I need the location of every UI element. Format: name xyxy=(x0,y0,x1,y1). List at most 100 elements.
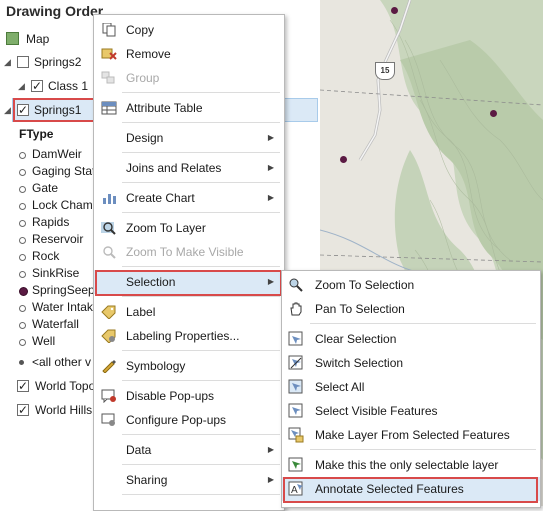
menu-copy[interactable]: Copy xyxy=(94,18,284,42)
symbol-icon xyxy=(19,339,26,346)
collapse-icon[interactable]: ◢ xyxy=(4,52,11,72)
layer-world-hills[interactable]: World Hills xyxy=(0,400,100,420)
selection-submenu: Zoom To Selection Pan To Selection Clear… xyxy=(281,270,541,508)
submenu-only-selectable[interactable]: Make this the only selectable layer xyxy=(282,453,540,477)
symbol-icon xyxy=(19,305,26,312)
menu-label: Data xyxy=(126,443,152,457)
menu-labeling-properties[interactable]: Labeling Properties... xyxy=(94,324,284,348)
symbol-icon xyxy=(19,237,26,244)
table-icon xyxy=(101,101,117,115)
menu-label: Symbology xyxy=(126,359,186,373)
menu-label: Make this the only selectable layer xyxy=(315,458,499,472)
menu-label: Remove xyxy=(126,47,171,61)
pane-title: Drawing Order xyxy=(6,3,104,19)
zoom-layer-icon xyxy=(101,222,116,235)
layer-class1[interactable]: ◢ Class 1 xyxy=(0,76,100,96)
submenu-arrow-icon: ▶ xyxy=(267,193,274,202)
visibility-checkbox[interactable] xyxy=(31,76,43,96)
menu-label: Design xyxy=(126,131,164,145)
menu-label-toggle[interactable]: Label xyxy=(94,300,284,324)
spring-point[interactable] xyxy=(391,7,398,14)
only-selectable-icon xyxy=(288,457,303,472)
menu-group[interactable]: Group xyxy=(94,66,284,90)
layer-label: Springs2 xyxy=(34,55,82,69)
symbol-icon xyxy=(19,271,26,278)
menu-remove[interactable]: Remove xyxy=(94,42,284,66)
class-label: Well xyxy=(32,334,56,348)
visibility-checkbox[interactable] xyxy=(17,400,29,420)
callout-springs1 xyxy=(13,98,96,122)
menu-label: Attribute Table xyxy=(126,101,203,115)
menu-zoom-to-visible[interactable]: Zoom To Make Visible xyxy=(94,240,284,264)
clear-selection-icon xyxy=(288,331,303,346)
menu-label: Disable Pop-ups xyxy=(126,389,215,403)
pan-hand-icon xyxy=(290,302,302,316)
menu-label: Clear Selection xyxy=(315,332,397,346)
menu-label: Joins and Relates xyxy=(126,161,222,175)
submenu-zoom-to-selection[interactable]: Zoom To Selection xyxy=(282,273,540,297)
collapse-icon[interactable]: ◢ xyxy=(18,76,25,96)
layer-label: World Topo xyxy=(35,379,96,393)
submenu-clear-selection[interactable]: Clear Selection xyxy=(282,327,540,351)
spring-point[interactable] xyxy=(490,110,497,117)
chart-icon xyxy=(103,194,116,204)
popup-icon xyxy=(101,389,116,403)
route-shield: 15 xyxy=(375,62,395,80)
menu-zoom-to-layer[interactable]: Zoom To Layer xyxy=(94,216,284,240)
menu-label: Configure Pop-ups xyxy=(126,413,227,427)
copy-icon xyxy=(102,23,116,37)
select-all-icon xyxy=(288,379,303,394)
spring-point[interactable] xyxy=(340,156,347,163)
submenu-switch-selection[interactable]: Switch Selection xyxy=(282,351,540,375)
visibility-checkbox[interactable] xyxy=(17,56,29,68)
menu-symbology[interactable]: Symbology xyxy=(94,354,284,378)
configure-popup-icon xyxy=(101,413,115,426)
menu-label: Labeling Properties... xyxy=(126,329,240,343)
zoom-visible-icon xyxy=(103,246,116,259)
submenu-select-visible[interactable]: Select Visible Features xyxy=(282,399,540,423)
menu-joins-relates[interactable]: Joins and Relates ▶ xyxy=(94,156,284,180)
menu-disable-popups[interactable]: Disable Pop-ups xyxy=(94,384,284,408)
menu-label: Zoom To Selection xyxy=(315,278,415,292)
group-icon xyxy=(101,71,115,84)
symbol-icon xyxy=(19,203,26,210)
symbol-icon xyxy=(19,186,26,193)
layer-springs2[interactable]: ◢ Springs2 xyxy=(0,52,100,72)
menu-create-chart[interactable]: Create Chart ▶ xyxy=(94,186,284,210)
menu-design[interactable]: Design ▶ xyxy=(94,126,284,150)
symbology-icon xyxy=(102,360,116,373)
select-visible-icon xyxy=(288,403,303,418)
symbol-icon xyxy=(19,254,26,261)
menu-label: Create Chart xyxy=(126,191,195,205)
visibility-checkbox[interactable] xyxy=(17,376,29,396)
map-icon xyxy=(6,32,19,45)
submenu-select-all[interactable]: Select All xyxy=(282,375,540,399)
callout-annotate xyxy=(283,477,538,503)
make-layer-icon xyxy=(288,427,304,443)
symbol-icon xyxy=(19,360,24,365)
submenu-make-layer[interactable]: Make Layer From Selected Features xyxy=(282,423,540,447)
symbology-field: FType xyxy=(19,127,54,141)
switch-selection-icon xyxy=(288,355,303,370)
submenu-pan-to-selection[interactable]: Pan To Selection xyxy=(282,297,540,321)
menu-label: Group xyxy=(126,71,160,85)
menu-data[interactable]: Data ▶ xyxy=(94,438,284,462)
submenu-arrow-icon: ▶ xyxy=(267,133,274,142)
menu-sharing[interactable]: Sharing ▶ xyxy=(94,468,284,492)
menu-label: Label xyxy=(126,305,156,319)
menu-label: Make Layer From Selected Features xyxy=(315,428,510,442)
collapse-icon[interactable]: ◢ xyxy=(4,100,11,120)
menu-attribute-table[interactable]: Attribute Table xyxy=(94,96,284,120)
symbol-icon xyxy=(19,220,26,227)
submenu-arrow-icon: ▶ xyxy=(267,445,274,454)
symbol-icon xyxy=(19,287,28,296)
menu-label: Sharing xyxy=(126,473,168,487)
menu-configure-popups[interactable]: Configure Pop-ups xyxy=(94,408,284,432)
layer-context-menu: Copy Remove Group Attribute Table Design… xyxy=(93,14,285,511)
layer-world-topo[interactable]: World Topo xyxy=(0,376,100,396)
menu-label: Pan To Selection xyxy=(315,302,405,316)
menu-label: Select All xyxy=(315,380,365,394)
symbol-icon xyxy=(19,322,26,329)
layer-label: Class 1 xyxy=(48,79,89,93)
class-label: <all other v xyxy=(32,355,92,369)
